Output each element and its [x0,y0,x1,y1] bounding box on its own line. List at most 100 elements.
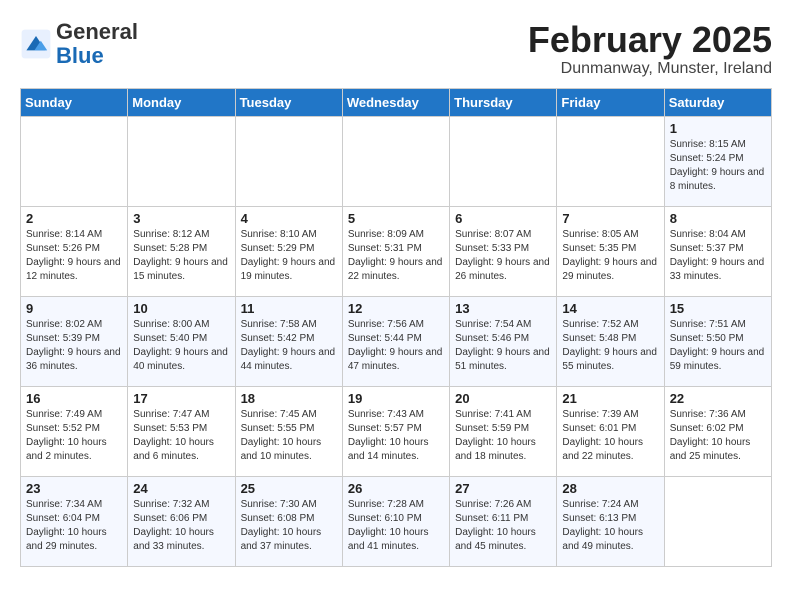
day-info: Sunrise: 7:34 AM Sunset: 6:04 PM Dayligh… [26,498,122,554]
day-number: 4 [241,211,337,226]
day-number: 9 [26,301,122,316]
day-number: 11 [241,301,337,316]
day-header-saturday: Saturday [664,88,771,116]
day-info: Sunrise: 7:39 AM Sunset: 6:01 PM Dayligh… [562,408,658,464]
calendar-cell: 26 Sunrise: 7:28 AM Sunset: 6:10 PM Dayli… [342,476,449,566]
logo-icon [20,28,52,60]
day-number: 27 [455,481,551,496]
day-number: 8 [670,211,766,226]
day-info: Sunrise: 7:24 AM Sunset: 6:13 PM Dayligh… [562,498,658,554]
calendar-cell: 24 Sunrise: 7:32 AM Sunset: 6:06 PM Dayli… [128,476,235,566]
day-number: 12 [348,301,444,316]
day-info: Sunrise: 7:56 AM Sunset: 5:44 PM Dayligh… [348,318,444,374]
day-info: Sunrise: 7:28 AM Sunset: 6:10 PM Dayligh… [348,498,444,554]
calendar-cell: 28 Sunrise: 7:24 AM Sunset: 6:13 PM Dayli… [557,476,664,566]
day-number: 16 [26,391,122,406]
calendar-cell: 14 Sunrise: 7:52 AM Sunset: 5:48 PM Dayli… [557,296,664,386]
calendar-cell: 11 Sunrise: 7:58 AM Sunset: 5:42 PM Dayli… [235,296,342,386]
day-info: Sunrise: 7:45 AM Sunset: 5:55 PM Dayligh… [241,408,337,464]
calendar-cell [664,476,771,566]
calendar-cell: 5 Sunrise: 8:09 AM Sunset: 5:31 PM Daylig… [342,206,449,296]
day-number: 19 [348,391,444,406]
page-header: General Blue February 2025 Dunmanway, Mu… [20,20,772,78]
calendar-cell [342,116,449,206]
calendar-week-3: 9 Sunrise: 8:02 AM Sunset: 5:39 PM Daylig… [21,296,772,386]
calendar-week-2: 2 Sunrise: 8:14 AM Sunset: 5:26 PM Daylig… [21,206,772,296]
day-info: Sunrise: 7:26 AM Sunset: 6:11 PM Dayligh… [455,498,551,554]
calendar-cell: 21 Sunrise: 7:39 AM Sunset: 6:01 PM Dayli… [557,386,664,476]
day-number: 7 [562,211,658,226]
calendar-cell: 1Sunrise: 8:15 AM Sunset: 5:24 PM Daylig… [664,116,771,206]
day-info: Sunrise: 7:32 AM Sunset: 6:06 PM Dayligh… [133,498,229,554]
day-info: Sunrise: 8:04 AM Sunset: 5:37 PM Dayligh… [670,228,766,284]
day-header-tuesday: Tuesday [235,88,342,116]
day-info: Sunrise: 8:09 AM Sunset: 5:31 PM Dayligh… [348,228,444,284]
day-info: Sunrise: 7:30 AM Sunset: 6:08 PM Dayligh… [241,498,337,554]
calendar-cell: 6 Sunrise: 8:07 AM Sunset: 5:33 PM Daylig… [450,206,557,296]
calendar-cell: 10Sunrise: 8:00 AM Sunset: 5:40 PM Dayli… [128,296,235,386]
title-block: February 2025 Dunmanway, Munster, Irelan… [528,20,772,78]
day-info: Sunrise: 7:51 AM Sunset: 5:50 PM Dayligh… [670,318,766,374]
day-info: Sunrise: 7:43 AM Sunset: 5:57 PM Dayligh… [348,408,444,464]
calendar-cell [557,116,664,206]
calendar-cell [21,116,128,206]
calendar-cell: 9 Sunrise: 8:02 AM Sunset: 5:39 PM Daylig… [21,296,128,386]
day-number: 2 [26,211,122,226]
day-info: Sunrise: 8:00 AM Sunset: 5:40 PM Dayligh… [133,318,229,374]
calendar-cell: 3Sunrise: 8:12 AM Sunset: 5:28 PM Daylig… [128,206,235,296]
day-info: Sunrise: 8:02 AM Sunset: 5:39 PM Dayligh… [26,318,122,374]
day-header-sunday: Sunday [21,88,128,116]
logo-blue-text: Blue [56,43,104,68]
month-title: February 2025 [528,20,772,60]
day-number: 28 [562,481,658,496]
day-number: 24 [133,481,229,496]
day-number: 26 [348,481,444,496]
calendar-cell: 12 Sunrise: 7:56 AM Sunset: 5:44 PM Dayli… [342,296,449,386]
calendar-cell: 4Sunrise: 8:10 AM Sunset: 5:29 PM Daylig… [235,206,342,296]
day-info: Sunrise: 7:49 AM Sunset: 5:52 PM Dayligh… [26,408,122,464]
day-number: 18 [241,391,337,406]
calendar-cell: 8 Sunrise: 8:04 AM Sunset: 5:37 PM Daylig… [664,206,771,296]
calendar-cell: 27 Sunrise: 7:26 AM Sunset: 6:11 PM Dayli… [450,476,557,566]
location: Dunmanway, Munster, Ireland [528,60,772,78]
calendar-week-1: 1Sunrise: 8:15 AM Sunset: 5:24 PM Daylig… [21,116,772,206]
day-number: 14 [562,301,658,316]
day-number: 21 [562,391,658,406]
day-header-friday: Friday [557,88,664,116]
calendar-cell: 18 Sunrise: 7:45 AM Sunset: 5:55 PM Dayli… [235,386,342,476]
day-info: Sunrise: 8:15 AM Sunset: 5:24 PM Dayligh… [670,138,766,194]
day-info: Sunrise: 8:14 AM Sunset: 5:26 PM Dayligh… [26,228,122,284]
calendar-cell: 19 Sunrise: 7:43 AM Sunset: 5:57 PM Dayli… [342,386,449,476]
day-info: Sunrise: 8:05 AM Sunset: 5:35 PM Dayligh… [562,228,658,284]
day-info: Sunrise: 7:41 AM Sunset: 5:59 PM Dayligh… [455,408,551,464]
day-info: Sunrise: 7:58 AM Sunset: 5:42 PM Dayligh… [241,318,337,374]
calendar-week-5: 23 Sunrise: 7:34 AM Sunset: 6:04 PM Dayli… [21,476,772,566]
calendar-cell: 2 Sunrise: 8:14 AM Sunset: 5:26 PM Daylig… [21,206,128,296]
day-info: Sunrise: 7:47 AM Sunset: 5:53 PM Dayligh… [133,408,229,464]
calendar-cell: 17Sunrise: 7:47 AM Sunset: 5:53 PM Dayli… [128,386,235,476]
day-info: Sunrise: 7:54 AM Sunset: 5:46 PM Dayligh… [455,318,551,374]
calendar-cell: 20 Sunrise: 7:41 AM Sunset: 5:59 PM Dayli… [450,386,557,476]
calendar-header-row: SundayMondayTuesdayWednesdayThursdayFrid… [21,88,772,116]
day-number: 23 [26,481,122,496]
day-header-thursday: Thursday [450,88,557,116]
calendar-cell: 23 Sunrise: 7:34 AM Sunset: 6:04 PM Dayli… [21,476,128,566]
calendar-cell: 16 Sunrise: 7:49 AM Sunset: 5:52 PM Dayli… [21,386,128,476]
day-number: 6 [455,211,551,226]
day-number: 20 [455,391,551,406]
calendar-cell: 22Sunrise: 7:36 AM Sunset: 6:02 PM Dayli… [664,386,771,476]
day-info: Sunrise: 7:52 AM Sunset: 5:48 PM Dayligh… [562,318,658,374]
day-header-monday: Monday [128,88,235,116]
day-info: Sunrise: 8:12 AM Sunset: 5:28 PM Dayligh… [133,228,229,284]
day-number: 25 [241,481,337,496]
day-number: 13 [455,301,551,316]
calendar-cell: 15 Sunrise: 7:51 AM Sunset: 5:50 PM Dayli… [664,296,771,386]
calendar-cell: 7 Sunrise: 8:05 AM Sunset: 5:35 PM Daylig… [557,206,664,296]
day-info: Sunrise: 8:07 AM Sunset: 5:33 PM Dayligh… [455,228,551,284]
logo-general-text: General [56,19,138,44]
calendar-cell [128,116,235,206]
calendar-cell: 25 Sunrise: 7:30 AM Sunset: 6:08 PM Dayli… [235,476,342,566]
day-number: 5 [348,211,444,226]
day-number: 22 [670,391,766,406]
day-number: 15 [670,301,766,316]
